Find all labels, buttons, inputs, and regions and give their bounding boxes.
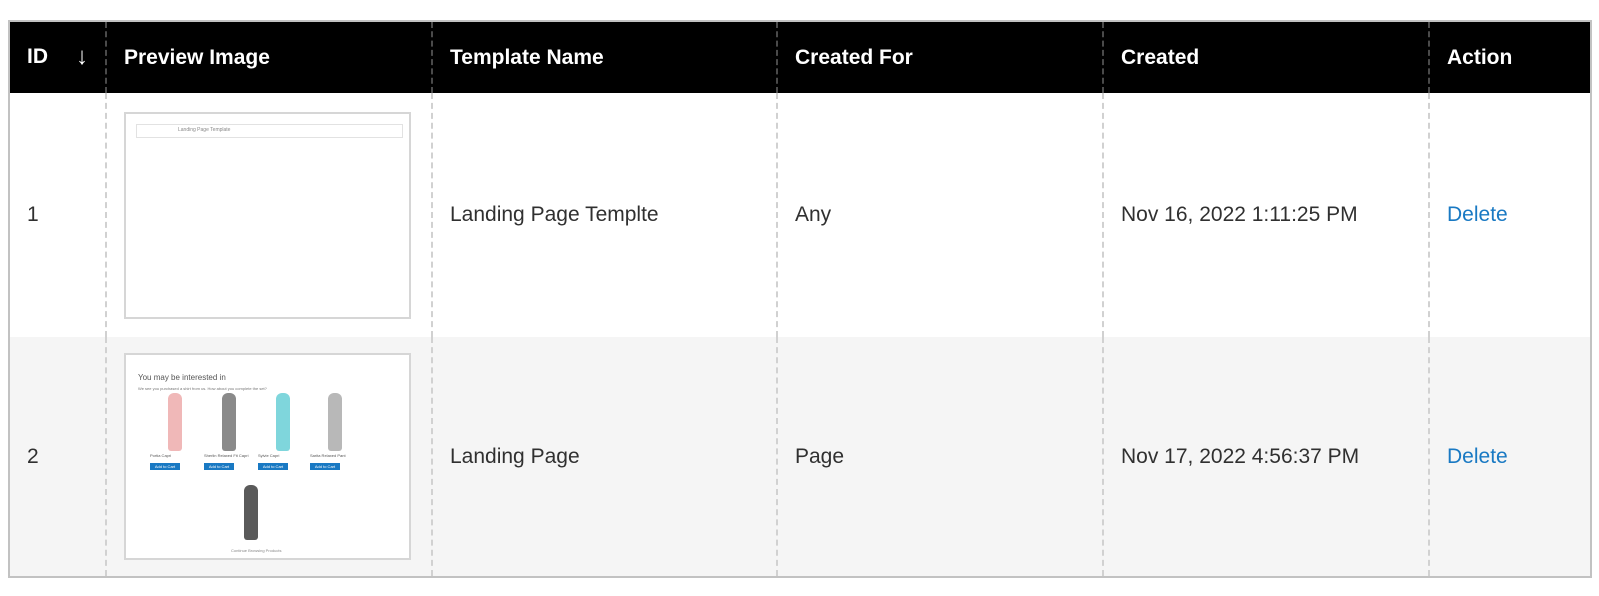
preview-heading: You may be interested in [138,373,226,382]
cell-action: Delete [1428,93,1592,337]
column-header-id[interactable]: ID ↓ [8,20,106,93]
delete-link[interactable]: Delete [1447,445,1508,468]
sort-descending-icon[interactable]: ↓ [76,43,88,71]
preview-product: Sarita Relaxed Pant Add to Cart [310,393,360,470]
cell-action: Delete [1428,337,1592,578]
cell-preview: You may be interested in We see you purc… [105,337,432,578]
preview-product: Sylvie Capri Add to Cart [258,393,308,470]
preview-subtext: We see you purchased a shirt from us. Ho… [138,386,267,391]
preview-product: Sherlin Relaxed Fit Capri Add to Cart [204,393,254,470]
preview-bar [136,123,403,138]
column-header-preview[interactable]: Preview Image [105,20,432,93]
cell-preview: Landing Page Template [105,93,432,337]
product-image [328,393,342,451]
cell-created: Nov 16, 2022 1:11:25 PM [1102,93,1429,337]
templates-grid: ID ↓ Preview Image Template Name Created… [8,20,1592,578]
product-image [222,393,236,451]
cell-id: 2 [8,337,106,578]
cell-template-name: Landing Page [431,337,777,578]
cell-created-for: Any [776,93,1103,337]
product-name: Sylvie Capri [258,453,280,458]
preview-thumbnail[interactable]: You may be interested in We see you purc… [124,353,411,560]
add-to-cart-button: Add to Cart [310,463,340,470]
preview-thumbnail[interactable]: Landing Page Template [124,111,411,319]
product-name: Portia Capri [150,453,172,458]
preview-product [226,485,276,540]
product-name: Sarita Relaxed Pant [310,453,346,458]
delete-link[interactable]: Delete [1447,203,1508,226]
add-to-cart-button: Add to Cart [258,463,288,470]
cell-created: Nov 17, 2022 4:56:37 PM [1102,337,1429,578]
column-header-created[interactable]: Created [1102,20,1429,93]
column-header-created-for[interactable]: Created For [776,20,1103,93]
table-row: 2 You may be interested in We see you pu… [8,337,1592,578]
product-name: Sherlin Relaxed Fit Capri [204,453,249,458]
column-header-template-name[interactable]: Template Name [431,20,777,93]
cell-created-for: Page [776,337,1103,578]
add-to-cart-button: Add to Cart [150,463,180,470]
column-header-action: Action [1428,20,1592,93]
cell-id: 1 [8,93,106,337]
table-row: 1 Landing Page Template Landing Page Tem… [8,93,1592,337]
product-image [276,393,290,451]
cell-template-name: Landing Page Templte [431,93,777,337]
preview-footer: Continue Browsing Products [231,548,282,553]
product-image [168,393,182,451]
preview-bar-label: Landing Page Template [178,126,231,133]
add-to-cart-button: Add to Cart [204,463,234,470]
product-image [244,485,258,540]
grid-header-row: ID ↓ Preview Image Template Name Created… [8,20,1592,93]
preview-product: Portia Capri Add to Cart [150,393,200,470]
column-header-id-label: ID [27,44,48,68]
